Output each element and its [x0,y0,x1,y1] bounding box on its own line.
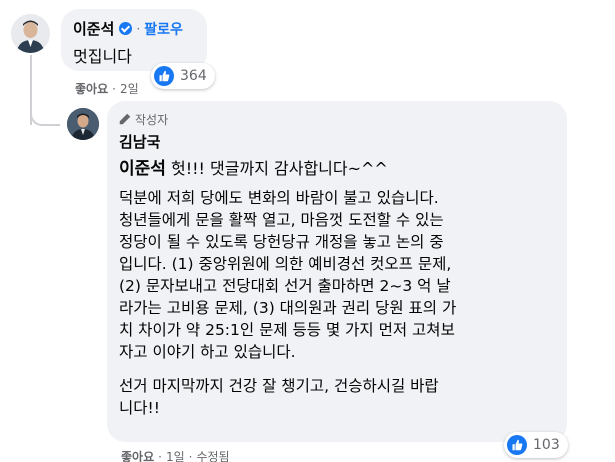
follow-button[interactable]: 팔로우 [144,19,183,39]
separator-dot: · [112,81,116,96]
reply-first-line: 이준석 헛!!! 댓글까지 감사합니다~^^ [119,154,555,179]
comment-author[interactable]: 이준석 [73,18,114,39]
separator-dot: · [136,21,141,36]
avatar-image [11,14,50,53]
separator-dot: · [158,449,162,462]
avatar-image [67,108,99,140]
reply-bubble: 작성자 김남국 이준석 헛!!! 댓글까지 감사합니다~^^ 덕분에 저희 당에… [107,101,567,442]
reply-line: 청년들에게 문을 활짝 열고, 마음껏 도전할 수 있는 [119,211,444,229]
reply-line: (2) 문자보내고 전당대회 선거 출마하면 2~3 억 날 [119,277,451,295]
like-button[interactable]: 좋아요 [121,448,154,462]
reaction-summary[interactable]: 364 [151,63,215,89]
reply-author[interactable]: 김남국 [119,131,555,152]
reply-line: 자고 이야기 하고 있습니다. [119,343,296,361]
reply-line: 정당이 될 수 있도록 당헌당규 개정을 놓고 논의 중 [119,233,444,251]
pencil-icon [119,113,131,125]
thumbs-up-icon [507,435,527,455]
author-badge-label: 작성자 [135,112,169,127]
reply-line: 입니다. (1) 중앙위원에 의한 예비경선 컷오프 문제, [119,255,452,273]
timestamp[interactable]: 2일 [120,80,139,97]
reply-line: 선거 마지막까지 건강 잘 챙기고, 건승하시길 바랍 [119,377,439,395]
reaction-count: 103 [533,437,560,453]
reply-actions: 좋아요 · 1일 · 수정됨 [121,448,230,462]
thread-connector-curve [30,100,60,126]
reply-paragraph-2: 선거 마지막까지 건강 잘 챙기고, 건승하시길 바랍 니다!! [119,375,555,419]
comment-header: 이준석 · 팔로우 [73,18,195,39]
reply-avatar[interactable] [67,108,99,140]
comment-bubble: 이준석 · 팔로우 멋집니다 [61,9,207,71]
reply-line: 치 차이가 약 25:1인 문제 등등 몇 가지 먼저 고쳐보 [119,321,455,339]
timestamp[interactable]: 1일 [166,448,185,462]
reply-line: 니다!! [119,399,160,417]
thumbs-up-icon [154,66,174,86]
like-button[interactable]: 좋아요 [75,80,108,97]
separator-dot: · [188,449,193,462]
avatar[interactable] [11,14,50,53]
comment-actions: 좋아요 · 2일 [75,80,139,97]
mention-link[interactable]: 이준석 [119,159,166,179]
reaction-summary[interactable]: 103 [504,432,568,458]
reply-first-line-text: 헛!!! 댓글까지 감사합니다~^^ [165,159,388,178]
verified-badge-icon [119,22,133,35]
reply-paragraph-1: 덕분에 저희 당에도 변화의 바람이 불고 있습니다. 청년들에게 문을 활짝 … [119,187,555,363]
edited-label: 수정됨 [196,450,230,462]
author-badge: 작성자 [119,109,555,129]
reply-line: 덕분에 저희 당에도 변화의 바람이 불고 있습니다. [119,189,439,207]
reply-line: 라가는 고비용 문제, (3) 대의원과 권리 당원 표의 가 [119,299,457,317]
reaction-count: 364 [180,68,207,84]
